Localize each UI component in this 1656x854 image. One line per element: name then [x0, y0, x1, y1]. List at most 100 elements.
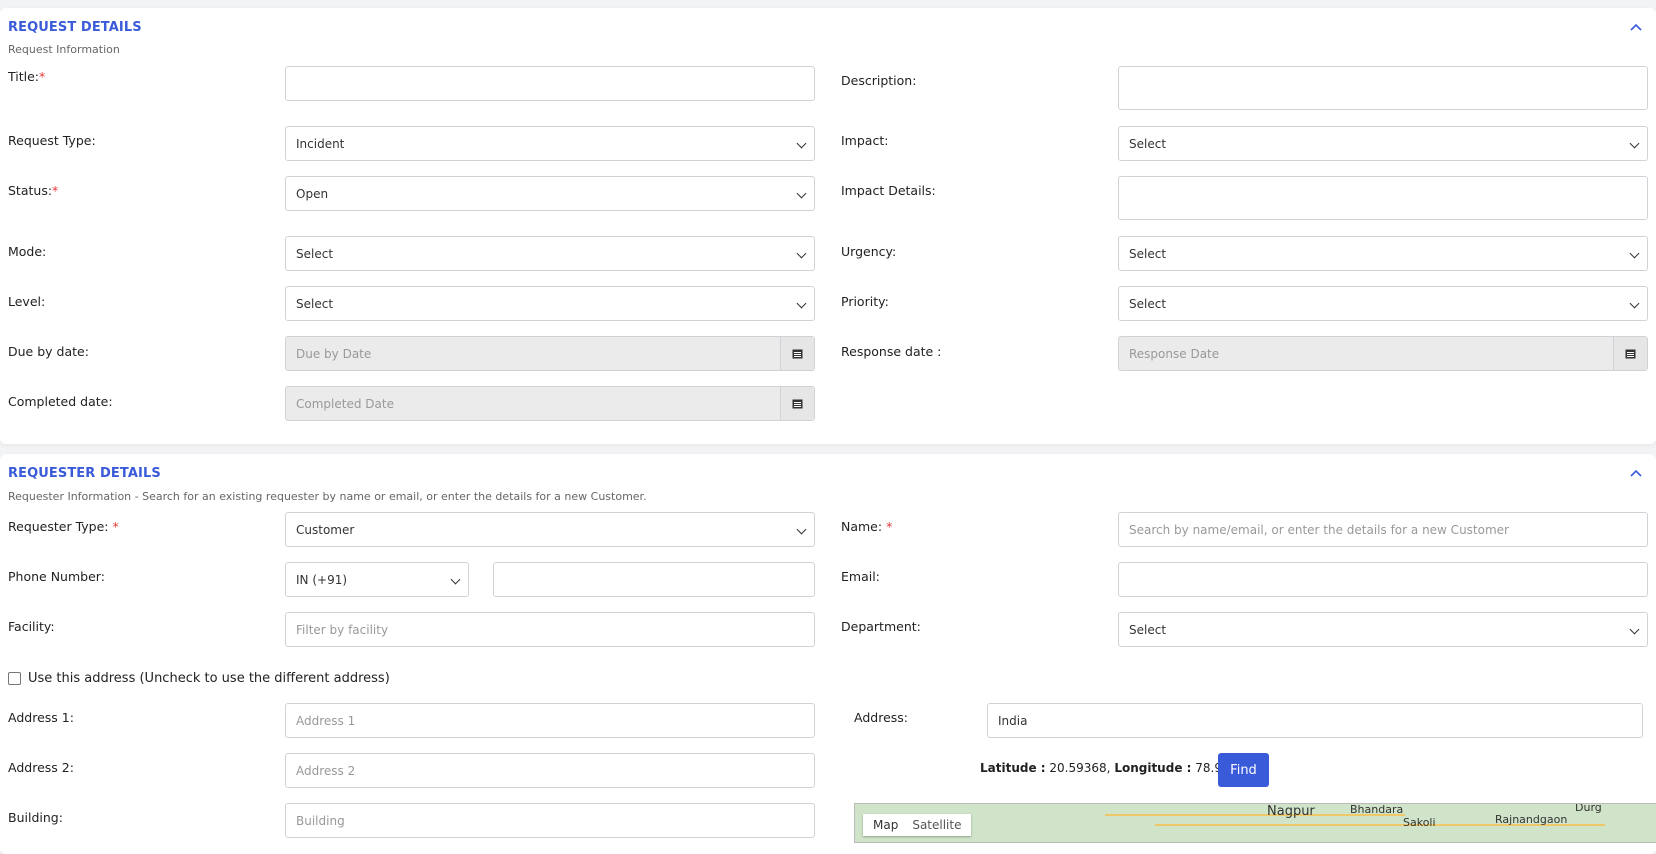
- due-by-date-calendar-button[interactable]: [780, 337, 814, 370]
- map-type-tabs: Map Satellite: [863, 814, 972, 836]
- requester-type-select[interactable]: Customer: [285, 512, 815, 547]
- calendar-icon: [792, 349, 803, 359]
- map-tab-satellite[interactable]: Satellite: [912, 818, 961, 832]
- address-value: India: [998, 713, 1028, 728]
- email-label: Email:: [841, 569, 880, 584]
- requester-type-label: Requester Type: *: [8, 519, 119, 534]
- address1-placeholder: Address 1: [296, 713, 356, 728]
- completed-date-input[interactable]: Completed Date: [285, 386, 815, 421]
- urgency-value: Select: [1129, 246, 1167, 261]
- response-date-input[interactable]: Response Date: [1118, 336, 1648, 371]
- find-button[interactable]: Find: [1218, 753, 1269, 787]
- request-details-title: REQUEST DETAILS: [8, 20, 142, 35]
- calendar-icon: [1625, 349, 1636, 359]
- mode-select[interactable]: Select: [285, 236, 815, 271]
- address2-label: Address 2:: [8, 760, 74, 775]
- level-value: Select: [296, 296, 334, 311]
- required-mark: *: [886, 519, 893, 534]
- map-city-label: Bhandara: [1350, 803, 1404, 816]
- completed-date-calendar-button[interactable]: [780, 387, 814, 420]
- title-label: Title:*: [8, 69, 45, 84]
- required-mark: *: [112, 519, 119, 534]
- required-mark: *: [39, 69, 46, 84]
- address-label: Address:: [854, 710, 908, 725]
- chevron-up-icon[interactable]: [1630, 22, 1642, 32]
- due-by-date-label: Due by date:: [8, 344, 89, 359]
- priority-value: Select: [1129, 296, 1167, 311]
- phone-number-label: Phone Number:: [8, 569, 105, 584]
- name-label-text: Name:: [841, 519, 883, 534]
- response-date-calendar-button[interactable]: [1613, 337, 1647, 370]
- requester-details-card: REQUESTER DETAILS Requester Information …: [0, 454, 1656, 854]
- department-value: Select: [1129, 622, 1167, 637]
- title-label-text: Title:: [8, 69, 39, 84]
- facility-label: Facility:: [8, 619, 55, 634]
- map-tab-map[interactable]: Map: [873, 818, 898, 832]
- address2-input[interactable]: Address 2: [285, 753, 815, 788]
- due-by-date-input[interactable]: Due by Date: [285, 336, 815, 371]
- urgency-select[interactable]: Select: [1118, 236, 1648, 271]
- required-mark: *: [52, 183, 59, 198]
- requester-type-label-text: Requester Type:: [8, 519, 109, 534]
- request-details-subtitle: Request Information: [8, 43, 120, 56]
- location-map[interactable]: Nagpur Bhandara Sakoli Rajnandgaon Durg …: [854, 803, 1656, 843]
- country-code-value: IN (+91): [296, 572, 348, 587]
- priority-label: Priority:: [841, 294, 889, 309]
- mode-label: Mode:: [8, 244, 47, 259]
- address2-placeholder: Address 2: [296, 763, 356, 778]
- title-input[interactable]: [285, 66, 815, 101]
- calendar-icon: [792, 399, 803, 409]
- building-label: Building:: [8, 810, 63, 825]
- status-label-text: Status:: [8, 183, 53, 198]
- latitude-value: 20.59368,: [1049, 761, 1111, 775]
- name-label: Name: *: [841, 519, 892, 534]
- response-date-placeholder: Response Date: [1129, 346, 1220, 361]
- impact-label: Impact:: [841, 133, 889, 148]
- impact-select[interactable]: Select: [1118, 126, 1648, 161]
- request-type-select[interactable]: Incident: [285, 126, 815, 161]
- building-input[interactable]: Building: [285, 803, 815, 838]
- level-select[interactable]: Select: [285, 286, 815, 321]
- address-input[interactable]: India: [987, 703, 1643, 738]
- response-date-label: Response date :: [841, 344, 942, 359]
- department-label: Department:: [841, 619, 921, 634]
- due-by-date-placeholder: Due by Date: [296, 346, 372, 361]
- longitude-label: Longitude :: [1114, 761, 1192, 775]
- impact-details-input[interactable]: [1118, 176, 1648, 220]
- description-input[interactable]: [1118, 66, 1648, 110]
- building-placeholder: Building: [296, 813, 345, 828]
- map-city-label: Rajnandgaon: [1495, 813, 1568, 826]
- map-city-label: Sakoli: [1403, 816, 1436, 829]
- email-input[interactable]: [1118, 562, 1648, 597]
- use-address-label: Use this address (Uncheck to use the dif…: [28, 671, 390, 686]
- requester-details-subtitle: Requester Information - Search for an ex…: [8, 490, 647, 503]
- name-search-input[interactable]: Search by name/email, or enter the detai…: [1118, 512, 1648, 547]
- phone-number-input[interactable]: [493, 562, 815, 597]
- country-code-select[interactable]: IN (+91): [285, 562, 469, 597]
- requester-type-value: Customer: [296, 522, 355, 537]
- address1-label: Address 1:: [8, 710, 74, 725]
- impact-details-label: Impact Details:: [841, 183, 936, 198]
- requester-details-title: REQUESTER DETAILS: [8, 466, 161, 481]
- use-address-checkbox[interactable]: [8, 672, 21, 685]
- map-city-label: Nagpur: [1267, 804, 1315, 819]
- facility-input[interactable]: Filter by facility: [285, 612, 815, 647]
- coordinates-readout: Latitude : 20.59368, Longitude : 78.9628…: [980, 761, 1253, 775]
- status-value: Open: [296, 186, 329, 201]
- mode-value: Select: [296, 246, 334, 261]
- request-type-label: Request Type:: [8, 133, 96, 148]
- department-select[interactable]: Select: [1118, 612, 1648, 647]
- status-label: Status:*: [8, 183, 58, 198]
- level-label: Level:: [8, 294, 46, 309]
- priority-select[interactable]: Select: [1118, 286, 1648, 321]
- description-label: Description:: [841, 73, 917, 88]
- status-select[interactable]: Open: [285, 176, 815, 211]
- completed-date-placeholder: Completed Date: [296, 396, 394, 411]
- chevron-up-icon[interactable]: [1630, 468, 1642, 478]
- address1-input[interactable]: Address 1: [285, 703, 815, 738]
- facility-placeholder: Filter by facility: [296, 622, 389, 637]
- name-placeholder: Search by name/email, or enter the detai…: [1129, 522, 1509, 537]
- completed-date-label: Completed date:: [8, 394, 113, 409]
- request-details-card: REQUEST DETAILS Request Information Titl…: [0, 8, 1656, 444]
- impact-value: Select: [1129, 136, 1167, 151]
